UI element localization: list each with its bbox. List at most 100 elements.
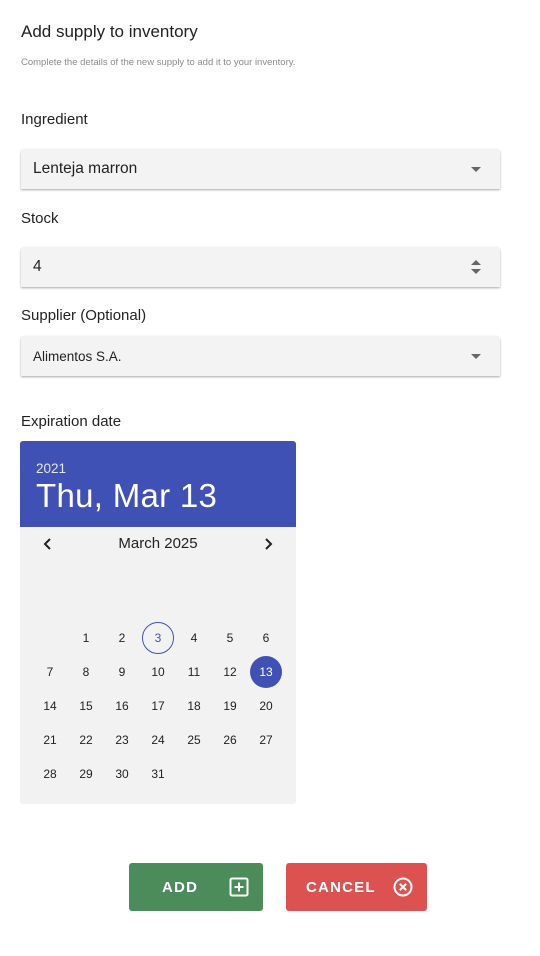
ingredient-select[interactable]: Lenteja marron [21, 149, 500, 189]
calendar-day[interactable]: 2 [104, 621, 140, 655]
calendar-day[interactable]: 6 [248, 621, 284, 655]
page-subtitle: Complete the details of the new supply t… [21, 57, 296, 68]
calendar-day-label: 14 [43, 699, 57, 713]
ingredient-value: Lenteja marron [33, 160, 138, 177]
calendar-day-label: 31 [151, 767, 165, 781]
calendar-day[interactable]: 26 [212, 723, 248, 757]
calendar-day[interactable]: 12 [212, 655, 248, 689]
add-box-icon [229, 877, 249, 897]
month-label: March 2025 [118, 535, 198, 552]
calendar-day[interactable]: 7 [32, 655, 68, 689]
calendar-day[interactable]: 25 [176, 723, 212, 757]
calendar-day[interactable]: 29 [68, 757, 104, 791]
calendar-empty-cell [248, 757, 284, 791]
calendar-day[interactable]: 11 [176, 655, 212, 689]
calendar-day[interactable]: 14 [32, 689, 68, 723]
calendar-day[interactable]: 19 [212, 689, 248, 723]
calendar-day-label: 6 [262, 631, 270, 645]
calendar-days: 1 2 3 4 5 6 7 8 9 10 11 12 13 14 15 16 17 18 19 20 21 22 23 24 2… [20, 621, 296, 791]
calendar-day-label: 10 [151, 665, 165, 679]
picker-year[interactable]: 2021 [36, 461, 280, 476]
calendar-day-label: 4 [190, 631, 198, 645]
stock-input[interactable] [33, 258, 433, 276]
calendar-week-row: 1 2 3 4 5 6 [32, 621, 296, 655]
calendar-day[interactable]: 15 [68, 689, 104, 723]
number-stepper-icon[interactable] [471, 259, 481, 275]
calendar-empty-cell [212, 757, 248, 791]
calendar-day-label: 27 [259, 733, 273, 747]
calendar-day-label: 15 [79, 699, 93, 713]
calendar-week-row: 21 22 23 24 25 26 27 [32, 723, 296, 757]
calendar-day[interactable]: 23 [104, 723, 140, 757]
calendar-day[interactable]: 30 [104, 757, 140, 791]
calendar-day[interactable]: 3 [140, 621, 176, 655]
calendar-week-row: 14 15 16 17 18 19 20 [32, 689, 296, 723]
calendar-empty-cell [176, 757, 212, 791]
calendar-day[interactable]: 1 [68, 621, 104, 655]
calendar-day-label: 30 [115, 767, 129, 781]
calendar-day-label: 3 [142, 622, 174, 654]
add-button[interactable]: ADD [129, 863, 263, 911]
calendar-day[interactable]: 28 [32, 757, 68, 791]
chevron-down-icon [471, 167, 481, 172]
picker-selected-date: Thu, Mar 13 [36, 477, 218, 514]
calendar-day[interactable]: 22 [68, 723, 104, 757]
weekday-row [20, 561, 296, 621]
calendar-day-label: 26 [223, 733, 237, 747]
date-picker-header: 2021 Thu, Mar 13 [20, 441, 296, 527]
calendar-day-label: 28 [43, 767, 57, 781]
calendar-day[interactable]: 4 [176, 621, 212, 655]
calendar-day[interactable]: 18 [176, 689, 212, 723]
calendar-day[interactable]: 5 [212, 621, 248, 655]
calendar-day-label: 17 [151, 699, 165, 713]
calendar-day-label: 25 [187, 733, 201, 747]
calendar-day-label: 19 [223, 699, 237, 713]
calendar-day[interactable]: 8 [68, 655, 104, 689]
next-month-button[interactable] [257, 533, 279, 555]
calendar-day-label: 21 [43, 733, 57, 747]
calendar-day-label: 29 [79, 767, 93, 781]
calendar-day[interactable]: 24 [140, 723, 176, 757]
calendar-day[interactable]: 31 [140, 757, 176, 791]
calendar-day[interactable]: 10 [140, 655, 176, 689]
calendar-day-label: 9 [118, 665, 126, 679]
add-button-label: ADD [162, 878, 199, 896]
calendar-day-label: 5 [226, 631, 234, 645]
calendar-day-label: 11 [187, 665, 201, 679]
calendar-day[interactable]: 21 [32, 723, 68, 757]
calendar-day-label: 12 [223, 665, 237, 679]
month-bar: March 2025 [20, 527, 296, 561]
supplier-value: Alimentos S.A. [33, 348, 122, 364]
cancel-button[interactable]: CANCEL [286, 863, 427, 911]
calendar-day-label: 16 [115, 699, 129, 713]
calendar-day-label: 24 [151, 733, 165, 747]
calendar-day-label: 13 [250, 656, 282, 688]
calendar-day-label: 23 [115, 733, 129, 747]
calendar-week-row: 28 29 30 31 [32, 757, 296, 791]
chevron-right-icon [265, 538, 273, 550]
calendar-day[interactable]: 16 [104, 689, 140, 723]
expiration-label: Expiration date [21, 413, 122, 430]
calendar-week-row: 7 8 9 10 11 12 13 [32, 655, 296, 689]
date-picker: 2021 Thu, Mar 13 March 2025 1 2 3 4 5 6 7 8 9 10 1… [20, 441, 296, 804]
calendar-day-label: 2 [118, 631, 126, 645]
page-title: Add supply to inventory [21, 22, 198, 41]
calendar-empty-cell [32, 621, 68, 655]
calendar-day-label: 1 [82, 631, 90, 645]
supplier-select[interactable]: Alimentos S.A. [21, 336, 500, 376]
calendar-day[interactable]: 27 [248, 723, 284, 757]
chevron-down-icon [471, 354, 481, 359]
cancel-button-label: CANCEL [306, 878, 376, 896]
calendar-day[interactable]: 13 [248, 655, 284, 689]
calendar-day-label: 7 [46, 665, 54, 679]
calendar-day[interactable]: 20 [248, 689, 284, 723]
calendar-day-label: 8 [82, 665, 90, 679]
supplier-label: Supplier (Optional) [21, 307, 147, 324]
calendar-day[interactable]: 9 [104, 655, 140, 689]
calendar-day-label: 22 [79, 733, 93, 747]
ingredient-label: Ingredient [21, 111, 88, 128]
stock-label: Stock [21, 210, 59, 227]
cancel-circle-icon [393, 877, 413, 897]
calendar-day[interactable]: 17 [140, 689, 176, 723]
calendar-day-label: 20 [259, 699, 273, 713]
